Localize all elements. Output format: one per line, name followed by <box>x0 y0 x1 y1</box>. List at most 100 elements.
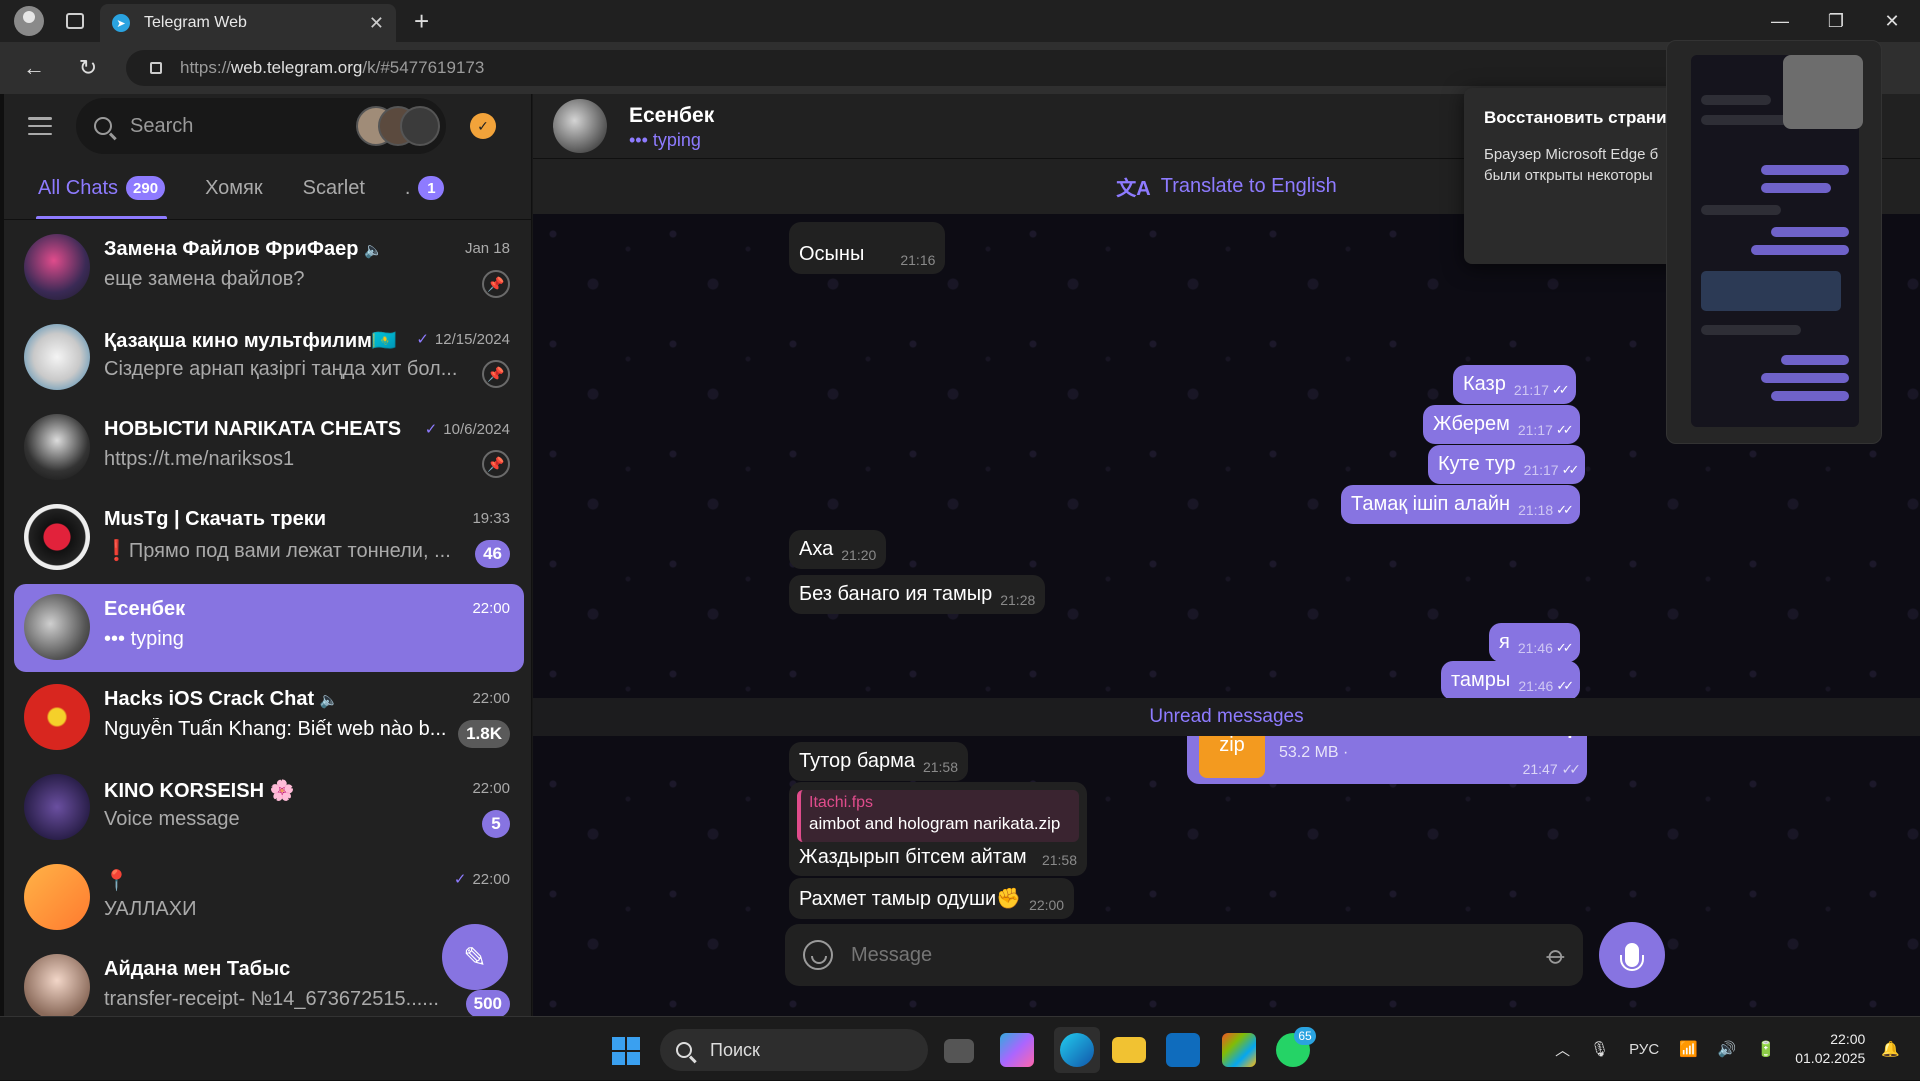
show-hidden-icons[interactable]: ︿ <box>1555 1039 1570 1060</box>
chat-item[interactable]: Замена Файлов ФриФаер 🔈 еще замена файло… <box>14 224 524 312</box>
message-text: тамры <box>1451 669 1511 691</box>
popup-body: Браузер Microsoft Edge б были открыты не… <box>1484 144 1684 186</box>
back-button[interactable]: ← <box>14 55 54 81</box>
video-thumbnail[interactable] <box>1783 55 1863 129</box>
phone-preview-window[interactable] <box>1666 40 1882 444</box>
message-time: 21:20 <box>841 547 877 563</box>
chat-item[interactable]: Hacks iOS Crack Chat 🔈 Nguyễn Tuấn Khang… <box>14 674 524 762</box>
read-ticks-icon: ✓✓ <box>1551 382 1570 397</box>
lock-icon[interactable] <box>150 62 162 74</box>
message-incoming[interactable]: Тутор барма 21:58 <box>789 742 968 781</box>
avatar[interactable] <box>553 99 607 153</box>
start-menu-icon[interactable] <box>612 1037 640 1065</box>
notifications-icon[interactable]: 🔔 <box>1881 1040 1900 1058</box>
voice-record-button[interactable] <box>1599 922 1665 988</box>
message-time: 21:58 <box>1041 852 1077 868</box>
chat-list-sidebar: Search ✓ All Chats 290 Хомяк Scarlet . 1… <box>4 94 532 1016</box>
outlook-icon[interactable] <box>1166 1033 1200 1067</box>
popup-title: Восстановить страни <box>1484 108 1667 127</box>
message-incoming[interactable]: Без банаго ия тамыр 21:28 <box>789 575 1046 614</box>
read-check-icon: ✓ <box>424 421 438 438</box>
maximize-button[interactable]: ❐ <box>1808 0 1864 42</box>
message-incoming[interactable]: Аха 21:20 <box>789 530 887 569</box>
chat-item[interactable]: KINO KORSEISH 🌸 Voice message 22:00 5 <box>14 764 524 852</box>
microphone-icon <box>1620 943 1644 971</box>
minimize-button[interactable]: — <box>1752 0 1808 42</box>
wifi-icon[interactable]: 📶 <box>1679 1040 1698 1058</box>
chat-name: Замена Файлов ФриФаер 🔈 <box>104 238 383 260</box>
chat-item[interactable]: Қазақша кино мультфилим🇰🇿 Сіздерге арнап… <box>14 314 524 402</box>
clock[interactable]: 22:00 01.02.2025 <box>1795 1030 1865 1068</box>
read-ticks-icon: ✓✓ <box>1555 422 1574 437</box>
message-outgoing[interactable]: Жберем 21:17 ✓✓ <box>1423 405 1580 444</box>
translate-label: Translate to English <box>1160 175 1337 197</box>
edge-icon[interactable] <box>1060 1033 1094 1067</box>
chat-item[interactable]: MusTg | Скачать треки ❗Прямо под вами ле… <box>14 494 524 582</box>
message-text: Аха <box>799 538 834 560</box>
reply-message[interactable]: Itachi.fps aimbot and hologram narikata.… <box>789 782 1087 876</box>
message-text: я <box>1499 631 1510 653</box>
unread-badge: 46 <box>475 540 510 568</box>
file-explorer-icon[interactable] <box>1112 1037 1146 1063</box>
url-host: web.telegram.org <box>231 58 363 77</box>
task-view-icon[interactable] <box>944 1039 974 1063</box>
message-outgoing[interactable]: Куте тур 21:17 ✓✓ <box>1428 445 1586 484</box>
quote-author: Itachi.fps <box>809 794 874 811</box>
message-composer: ⌀ <box>785 924 1583 986</box>
chat-item-selected[interactable]: Есенбек ••• typing 22:00 <box>14 584 524 672</box>
copilot-icon[interactable] <box>1000 1033 1034 1067</box>
message-time: 21:17 <box>1513 382 1549 398</box>
profile-avatar[interactable] <box>14 6 44 36</box>
store-icon[interactable] <box>1222 1033 1256 1067</box>
search-input[interactable]: Search <box>76 98 446 154</box>
message-input[interactable] <box>851 943 1550 967</box>
pin-icon: 📌 <box>482 270 510 298</box>
message-outgoing[interactable]: тамры 21:46 ✓✓ <box>1441 661 1581 700</box>
browser-tab[interactable]: ➤ Telegram Web ✕ <box>100 4 396 42</box>
clock-date: 01.02.2025 <box>1795 1050 1866 1066</box>
volume-icon[interactable]: 🔊 <box>1718 1040 1737 1058</box>
chat-name: Айдана мен Табыс <box>104 958 291 980</box>
close-tab-icon[interactable]: ✕ <box>369 13 384 34</box>
emoji-icon[interactable] <box>803 940 833 970</box>
new-message-button[interactable]: ✎ <box>442 924 508 990</box>
tab-all-chats[interactable]: All Chats 290 <box>35 157 168 219</box>
chat-item[interactable]: 📍 УАЛЛАХИ ✓ 22:00 <box>14 854 524 942</box>
taskbar-search[interactable]: Поиск <box>660 1029 928 1071</box>
address-bar[interactable]: https://web.telegram.org/k/#5477619173 <box>126 50 1686 86</box>
whatsapp-badge: 65 <box>1294 1027 1316 1045</box>
message-incoming[interactable]: Осыны 21:16 <box>789 222 946 274</box>
battery-icon[interactable]: 🔋 <box>1757 1040 1776 1058</box>
message-text: Рахмет тамыр одуши✊ <box>799 888 1022 910</box>
premium-status-icon[interactable]: ✓ <box>470 113 496 139</box>
close-window-button[interactable]: ✕ <box>1864 0 1920 42</box>
message-text: Тутор барма <box>799 750 915 772</box>
tab-hamster[interactable]: Хомяк <box>205 157 263 219</box>
message-outgoing[interactable]: Тамақ ішіп алайн 21:18 ✓✓ <box>1341 485 1580 524</box>
unread-badge: 290 <box>126 176 166 200</box>
tab-dot[interactable]: . 1 <box>405 157 445 219</box>
new-tab-button[interactable]: + <box>414 6 429 37</box>
message-text: Тамақ ішіп алайн <box>1351 493 1511 515</box>
language-indicator[interactable]: РУС <box>1629 1041 1659 1058</box>
chat-time: 22:00 <box>472 600 510 617</box>
tab-title: Telegram Web <box>144 14 247 31</box>
reload-button[interactable]: ↻ <box>68 55 108 81</box>
tab-scarlet[interactable]: Scarlet <box>303 157 365 219</box>
quoted-message[interactable]: Itachi.fps aimbot and hologram narikata.… <box>797 790 1079 842</box>
message-text: Осыны <box>799 243 865 265</box>
chat-item[interactable]: НОВЫСТИ NARIKATA CHEATS https://t.me/nar… <box>14 404 524 492</box>
mic-muted-icon[interactable]: 🎙 <box>1590 1040 1609 1058</box>
message-time: 22:00 <box>1029 897 1065 913</box>
message-incoming[interactable]: Рахмет тамыр одуши✊ 22:00 <box>789 878 1075 919</box>
translate-icon: 文A <box>1116 178 1151 200</box>
stories-avatars[interactable] <box>356 106 440 146</box>
search-label: Поиск <box>710 1039 760 1060</box>
message-outgoing[interactable]: я 21:46 ✓✓ <box>1489 623 1580 662</box>
chat-preview: Сіздерге арнап қазіргі таңда хит бол... <box>104 358 458 380</box>
tab-actions-icon[interactable] <box>66 13 84 29</box>
read-ticks-icon: ✓✓ <box>1556 678 1574 693</box>
menu-icon[interactable] <box>28 117 52 135</box>
message-outgoing[interactable]: Казр 21:17 ✓✓ <box>1453 365 1576 404</box>
unread-badge: 1 <box>418 176 445 200</box>
